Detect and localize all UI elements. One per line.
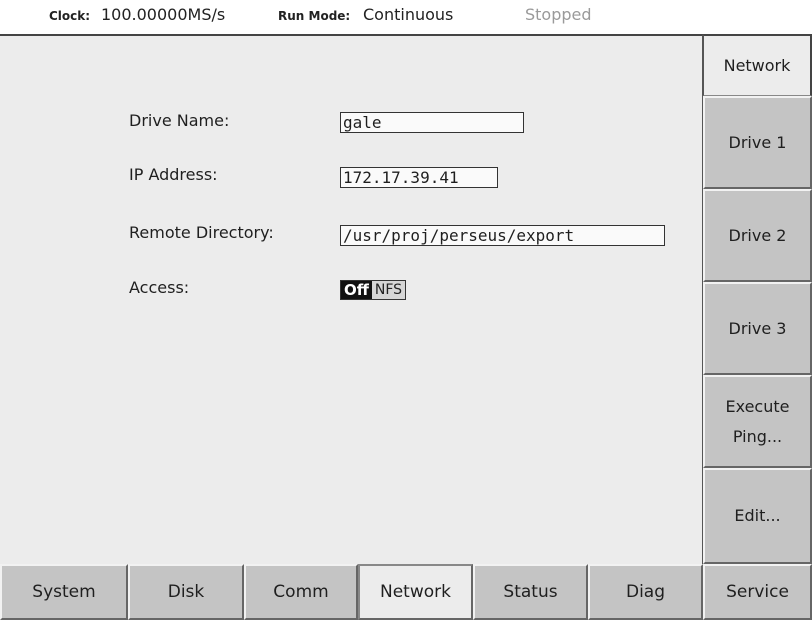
tab-network[interactable]: Network [358,564,473,620]
execute-ping-line2: Ping... [732,426,783,446]
ip-address-field[interactable]: 172.17.39.41 [340,167,498,188]
remote-directory-label: Remote Directory: [129,223,274,242]
tab-status[interactable]: Status [473,564,588,620]
tab-service[interactable]: Service [703,564,812,620]
drive-name-label: Drive Name: [129,111,230,130]
tab-status-label: Status [503,582,558,602]
network-settings-panel: Drive Name: gale IP Address: 172.17.39.4… [0,34,703,564]
side-button-edit-label: Edit... [734,506,781,525]
access-option-nfs[interactable]: NFS [371,281,406,299]
tab-disk-label: Disk [167,582,205,602]
drive-name-field[interactable]: gale [340,112,524,133]
clock-value: 100.00000MS/s [101,5,226,24]
side-button-network[interactable]: Network [703,34,812,96]
ip-address-label: IP Address: [129,165,218,184]
side-button-drive-3[interactable]: Drive 3 [703,282,812,375]
bottom-tab-bar: System Disk Comm Network Status Diag Ser… [0,564,812,620]
access-toggle[interactable]: Off NFS [340,280,407,300]
tab-diag-label: Diag [625,582,666,602]
tab-comm[interactable]: Comm [244,564,358,620]
side-button-execute-ping[interactable]: Execute Ping... [703,375,812,468]
tab-service-label: Service [726,582,789,602]
remote-directory-field[interactable]: /usr/proj/perseus/export [340,225,665,246]
side-button-edit[interactable]: Edit... [703,468,812,564]
access-option-off[interactable]: Off [341,281,372,299]
execute-ping-line1: Execute [725,396,790,416]
tab-system-label: System [32,582,96,602]
run-state-label: Stopped [525,5,592,24]
side-button-drive-2[interactable]: Drive 2 [703,189,812,282]
side-button-drive-3-label: Drive 3 [728,318,787,338]
side-button-drive-1[interactable]: Drive 1 [703,96,812,189]
side-button-network-label: Network [723,55,791,75]
side-menu: Network Drive 1 Drive 2 Drive 3 Execute … [703,34,812,564]
tab-comm-label: Comm [273,582,329,602]
access-label: Access: [129,278,190,297]
status-bar: Clock: 100.00000MS/s Run Mode: Continuou… [0,0,812,34]
tab-system[interactable]: System [0,564,128,620]
tab-network-label: Network [380,582,451,602]
tab-diag[interactable]: Diag [588,564,703,620]
clock-label: Clock: [49,9,91,23]
side-button-drive-2-label: Drive 2 [728,225,787,245]
tab-disk[interactable]: Disk [128,564,244,620]
run-mode-value: Continuous [363,5,454,24]
run-mode-label: Run Mode: [278,9,351,23]
side-button-drive-1-label: Drive 1 [728,132,787,152]
